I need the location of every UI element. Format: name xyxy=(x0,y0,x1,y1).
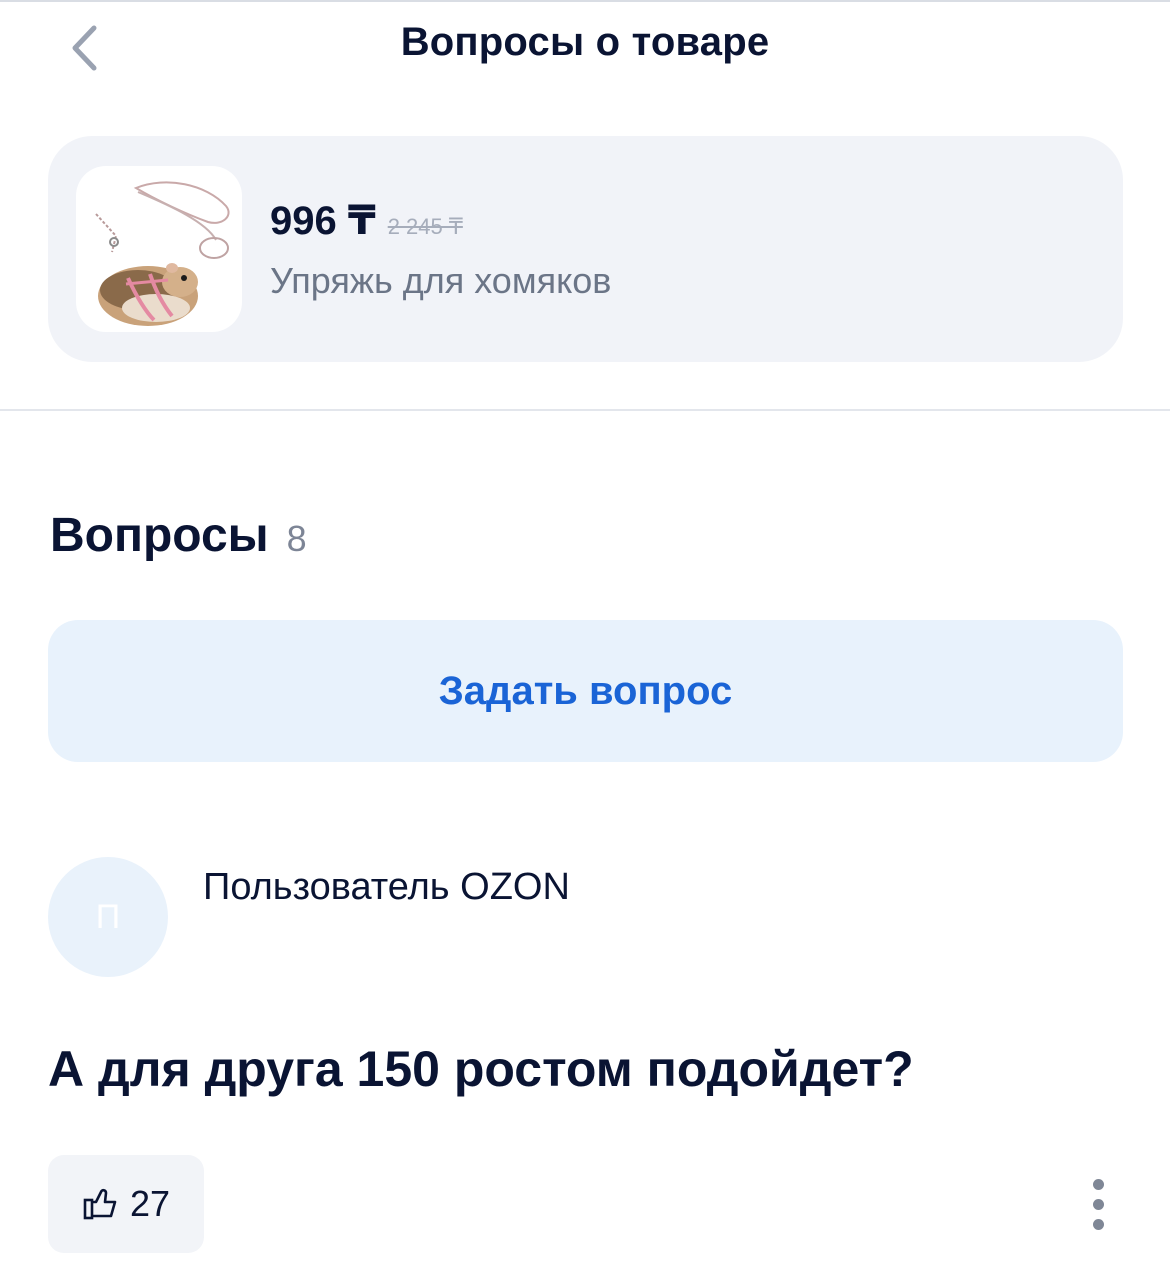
product-card[interactable]: 996 ₸ 2 245 ₸ Упряжь для хомяков xyxy=(48,136,1123,362)
product-name[interactable]: Упряжь для хомяков xyxy=(270,260,611,302)
avatar-letter: П xyxy=(95,897,121,936)
question-text: А для друга 150 ростом подойдет? xyxy=(48,1041,914,1097)
price-row: 996 ₸ 2 245 ₸ xyxy=(270,198,463,244)
thumbs-up-icon xyxy=(83,1188,117,1220)
more-options-button[interactable] xyxy=(1078,1164,1118,1244)
more-dot-icon xyxy=(1092,1218,1104,1230)
divider xyxy=(0,409,1170,411)
price-old: 2 245 ₸ xyxy=(387,214,463,239)
product-image[interactable] xyxy=(76,166,242,332)
questions-count: 8 xyxy=(286,518,307,559)
question-author: Пользователь OZON xyxy=(203,866,570,908)
avatar: П xyxy=(48,857,168,977)
price-current: 996 ₸ xyxy=(270,199,376,243)
like-button[interactable]: 27 xyxy=(48,1155,204,1253)
page-title: Вопросы о товаре xyxy=(400,20,770,64)
top-border xyxy=(0,0,1170,2)
more-dot-icon xyxy=(1092,1178,1104,1190)
hamster-harness-icon xyxy=(95,181,230,326)
questions-heading: Вопросы 8 xyxy=(50,508,307,563)
more-dot-icon xyxy=(1092,1198,1104,1210)
page: Вопросы о товаре 996 ₸ 2 245 ₸ Упряжь дл… xyxy=(0,0,1170,1278)
questions-title: Вопросы xyxy=(50,509,269,562)
ask-question-button[interactable]: Задать вопрос xyxy=(48,620,1123,762)
like-count: 27 xyxy=(130,1183,171,1224)
